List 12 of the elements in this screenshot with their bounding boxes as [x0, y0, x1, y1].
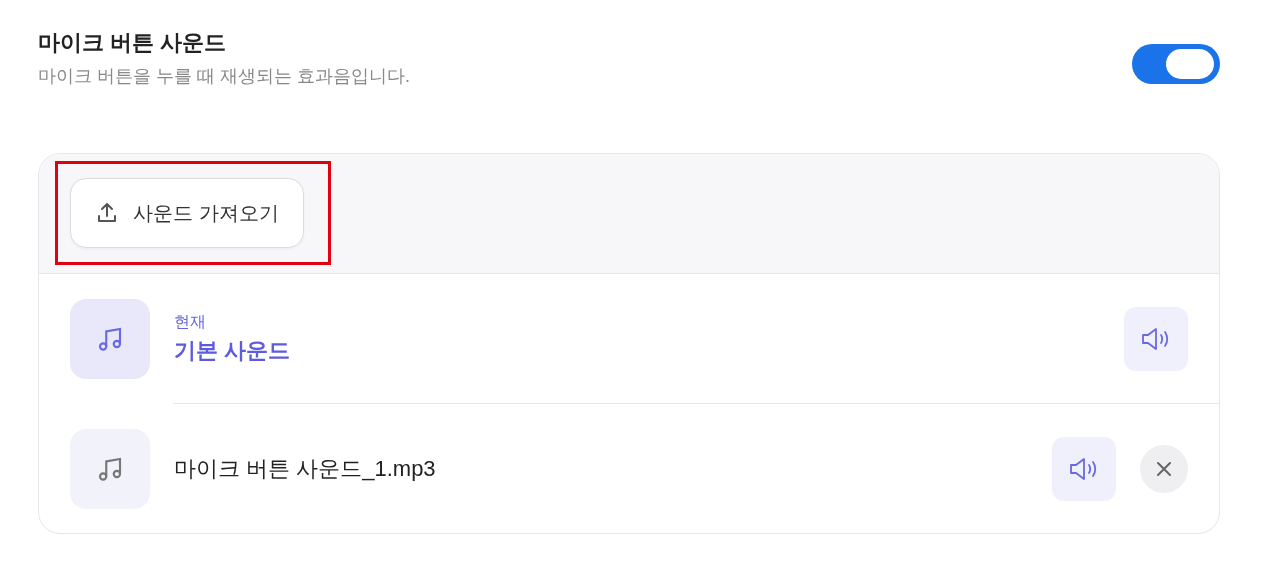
import-button[interactable]: 사운드 가져오기 — [70, 178, 304, 248]
close-icon — [1156, 460, 1172, 477]
sound-name: 마이크 버튼 사운드_1.mp3 — [174, 455, 437, 483]
close-button[interactable] — [1140, 444, 1188, 493]
upload-icon — [95, 201, 119, 225]
sound-name: 기본 사운드 — [174, 337, 292, 365]
toggle-switch[interactable] — [1132, 44, 1220, 84]
play-button[interactable] — [1124, 306, 1188, 371]
setting-description: 마이크 버튼을 누를 때 재생되는 효과음입니다. — [38, 65, 410, 88]
setting-title: 마이크 버튼 사운드 — [38, 29, 228, 57]
play-button[interactable] — [1052, 436, 1116, 501]
current-label: 현재 — [174, 312, 207, 332]
